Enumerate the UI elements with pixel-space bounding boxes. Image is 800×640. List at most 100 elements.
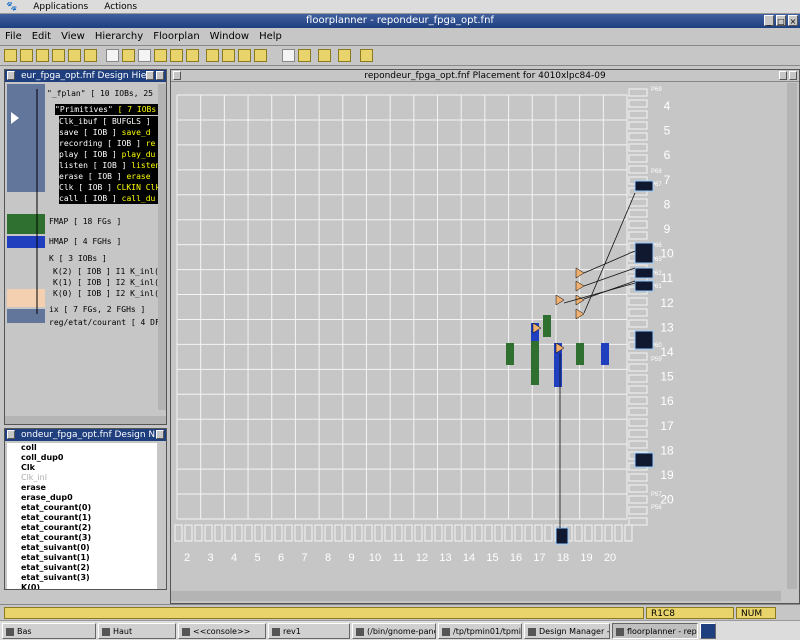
menu-floorplan[interactable]: Floorplan: [148, 31, 204, 42]
applications-menu[interactable]: Applications: [33, 2, 88, 12]
hierarchy-row[interactable]: play [ IOB ] play_du: [59, 149, 162, 160]
flight-icon[interactable]: [222, 49, 235, 62]
pane-maximize-button[interactable]: [156, 430, 164, 439]
help-icon[interactable]: [360, 49, 373, 62]
hierarchy-row[interactable]: K(0) [ IOB ] I2 K_inl(0): [53, 288, 162, 299]
placed-iob[interactable]: [634, 242, 654, 264]
placement-horizontal-scrollbar[interactable]: [171, 591, 781, 601]
hierarchy-row[interactable]: K(2) [ IOB ] I1 K_inl(2): [53, 266, 162, 277]
hierarchy-vertical-scrollbar[interactable]: [158, 84, 166, 410]
names-pane-title[interactable]: ondeur_fpga_opt.fnf Design N: [5, 429, 166, 441]
hierarchy-horizontal-scrollbar[interactable]: [5, 416, 166, 424]
taskbar-item[interactable]: /tp/tpmin01/tpminf01/Tl: [438, 623, 522, 639]
taskbar-item[interactable]: (/bin/gnome-panel--: [352, 623, 436, 639]
hierarchy-row[interactable]: "_fplan" [ 10 IOBs, 25 FGs, 6: [47, 88, 162, 99]
zoom-out-icon[interactable]: [170, 49, 183, 62]
names-list-item[interactable]: etat_courant(2): [21, 523, 157, 533]
pane-minimize-button[interactable]: [779, 71, 787, 80]
menu-edit[interactable]: Edit: [27, 31, 56, 42]
menu-help[interactable]: Help: [254, 31, 287, 42]
names-list-item[interactable]: Clk: [21, 463, 157, 473]
pane-maximize-button[interactable]: [789, 71, 797, 80]
placement-vertical-scrollbar[interactable]: [787, 83, 797, 589]
placement-canvas[interactable]: 2 3 4 5 6 7 8 9 10 11 12 13 14 15 16 17 18 19 20 4 5 6 7 8 9 10 11…: [171, 83, 799, 603]
pane-menu-button[interactable]: [173, 71, 181, 80]
names-list-item[interactable]: K(0): [21, 583, 157, 589]
hierarchy-row[interactable]: listen [ IOB ] listen: [59, 160, 162, 171]
pointer-icon[interactable]: [282, 49, 295, 62]
ratsnest-icon[interactable]: [206, 49, 219, 62]
menu-hierarchy[interactable]: Hierarchy: [90, 31, 148, 42]
taskbar-item[interactable]: <<console>>: [178, 623, 266, 639]
pane-minimize-button[interactable]: [146, 71, 154, 80]
gnome-foot-icon[interactable]: 🐾: [6, 2, 17, 12]
close-button[interactable]: ×: [788, 15, 798, 26]
hierarchy-row[interactable]: ix [ 7 FGs, 2 FGHs ]: [49, 304, 162, 315]
grid-icon[interactable]: [106, 49, 119, 62]
actions-menu[interactable]: Actions: [104, 2, 137, 12]
placed-iob[interactable]: [634, 452, 654, 468]
minimize-button[interactable]: _: [764, 15, 774, 26]
hierarchy-row[interactable]: erase [ IOB ] erase: [59, 171, 162, 182]
menu-view[interactable]: View: [56, 31, 90, 42]
placed-iob[interactable]: [555, 527, 569, 545]
placed-clb[interactable]: [531, 341, 539, 363]
placed-iob[interactable]: [634, 330, 654, 350]
hierarchy-row[interactable]: K [ 3 IOBs ]: [49, 253, 162, 264]
names-list-item[interactable]: etat_courant(1): [21, 513, 157, 523]
copy-icon[interactable]: [68, 49, 81, 62]
names-list-item[interactable]: erase: [21, 483, 157, 493]
names-list-item[interactable]: coll: [21, 443, 157, 453]
placed-clb[interactable]: [576, 343, 584, 365]
pane-menu-button[interactable]: [7, 430, 15, 439]
report-icon[interactable]: [338, 49, 351, 62]
paste-icon[interactable]: [84, 49, 97, 62]
hierarchy-row[interactable]: Clk [ IOB ] CLKIN Clk: [59, 182, 162, 193]
taskbar-item[interactable]: Haut: [98, 623, 176, 639]
cut-icon[interactable]: [52, 49, 65, 62]
taskbar-item[interactable]: floorplanner - repon: [612, 623, 698, 639]
window-titlebar[interactable]: floorplanner - repondeur_fpga_opt.fnf _ …: [0, 14, 800, 28]
placed-iob[interactable]: [634, 267, 654, 279]
names-list-item[interactable]: etat_suivant(2): [21, 563, 157, 573]
menu-window[interactable]: Window: [205, 31, 254, 42]
save-icon[interactable]: [36, 49, 49, 62]
names-list-item[interactable]: Clk_inl: [21, 473, 157, 483]
capacity-icon[interactable]: [298, 49, 311, 62]
names-list[interactable]: coll coll_dup0 Clk Clk_inl erase erase_dup0et…: [7, 443, 157, 589]
maximize-button[interactable]: □: [776, 15, 786, 26]
placed-clb[interactable]: [543, 315, 551, 337]
placed-clb[interactable]: [506, 343, 514, 365]
hierarchy-tree[interactable]: "_fplan" [ 10 IOBs, 25 FGs, 6 "Primitives…: [7, 84, 162, 408]
hierarchy-pane-title[interactable]: eur_fpga_opt.fnf Design Hier: [5, 70, 166, 82]
hierarchy-row[interactable]: K(1) [ IOB ] I2 K_inl(1): [53, 277, 162, 288]
resources-icon[interactable]: [318, 49, 331, 62]
pane-menu-button[interactable]: [7, 71, 15, 80]
hierarchy-row[interactable]: reg/etat/courant [ 4 DF: [49, 317, 162, 328]
pane-maximize-button[interactable]: [156, 71, 164, 80]
hierarchy-row[interactable]: call [ IOB ] call_du: [59, 193, 162, 204]
new-icon[interactable]: [4, 49, 17, 62]
mirror-icon[interactable]: [254, 49, 267, 62]
select-icon[interactable]: [138, 49, 151, 62]
taskbar-item[interactable]: Bas: [2, 623, 96, 639]
place-icon[interactable]: [154, 49, 167, 62]
hierarchy-row[interactable]: "Primitives" [ 7 IOBs 1: [55, 104, 162, 115]
placed-clb[interactable]: [554, 365, 562, 387]
names-list-item[interactable]: etat_suivant(0): [21, 543, 157, 553]
hierarchy-row[interactable]: FMAP [ 18 FGs ]: [49, 216, 162, 227]
workspace-switcher[interactable]: [700, 623, 716, 639]
names-list-item[interactable]: etat_suivant(3): [21, 573, 157, 583]
fit-icon[interactable]: [186, 49, 199, 62]
placed-iob[interactable]: [634, 280, 654, 292]
hierarchy-row[interactable]: save [ IOB ] save_d: [59, 127, 162, 138]
taskbar-item[interactable]: Design Manager - n: [524, 623, 610, 639]
names-list-item[interactable]: etat_courant(3): [21, 533, 157, 543]
names-list-item[interactable]: coll_dup0: [21, 453, 157, 463]
hierarchy-row[interactable]: recording [ IOB ] re: [59, 138, 162, 149]
names-list-item[interactable]: erase_dup0: [21, 493, 157, 503]
rotate-icon[interactable]: [238, 49, 251, 62]
zoom-in-icon[interactable]: [122, 49, 135, 62]
placed-clb[interactable]: [601, 343, 609, 365]
taskbar-item[interactable]: rev1: [268, 623, 350, 639]
